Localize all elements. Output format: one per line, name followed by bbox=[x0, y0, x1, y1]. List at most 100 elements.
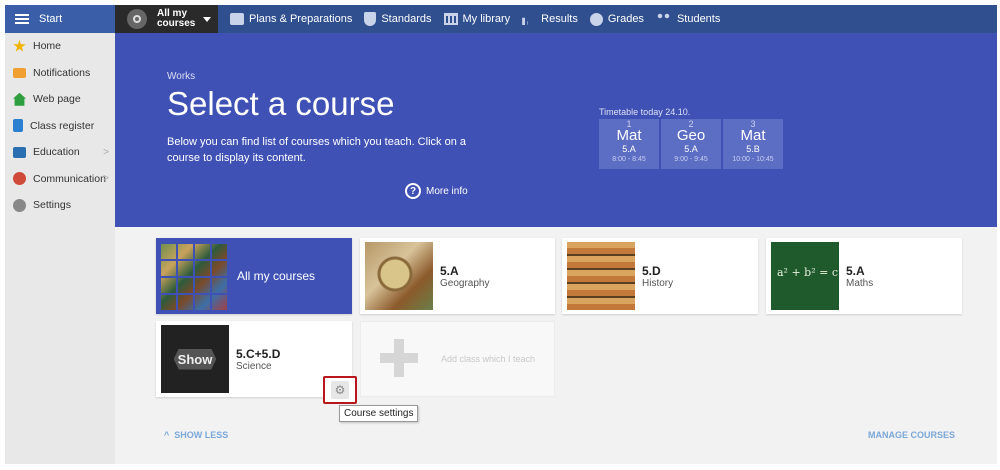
sidebar-item-web-page[interactable]: Web page bbox=[5, 86, 115, 113]
course-code: 5.C+5.D bbox=[236, 347, 281, 361]
course-card-maths[interactable]: a² + b² = c 5.A Maths bbox=[766, 238, 962, 314]
section-label: Works bbox=[167, 71, 196, 82]
more-info-label: More info bbox=[426, 185, 468, 197]
timetable-label: Timetable today 24.10. bbox=[599, 107, 691, 117]
lesson-time: 8:00 - 8:45 bbox=[612, 156, 646, 163]
house-icon bbox=[13, 92, 26, 106]
course-card-geography[interactable]: 5.A Geography bbox=[360, 238, 555, 314]
more-info-link[interactable]: ? More info bbox=[405, 183, 468, 199]
sidebar-item-label: Home bbox=[33, 40, 62, 53]
students-icon bbox=[655, 13, 672, 25]
course-thumbnail: a² + b² = c bbox=[771, 242, 839, 310]
lesson-subject: Mat bbox=[616, 127, 642, 144]
help-icon: ? bbox=[405, 183, 421, 199]
sidebar-item-label: Class register bbox=[30, 119, 95, 132]
nav-plans[interactable]: Plans & Preparations bbox=[230, 13, 352, 25]
nav-library-label: My library bbox=[462, 13, 511, 25]
main-nav: All my courses Plans & Preparations Stan… bbox=[115, 5, 997, 33]
lesson-subject: Geo bbox=[676, 127, 706, 144]
course-subject: History bbox=[642, 278, 674, 289]
sidebar-item-communication[interactable]: Communication > bbox=[5, 166, 115, 193]
nav-students-label: Students bbox=[676, 13, 721, 25]
course-subject: Geography bbox=[440, 278, 490, 289]
course-selector-line2: courses bbox=[157, 18, 196, 29]
chevron-right-icon: > bbox=[103, 146, 109, 158]
sidebar: Home Notifications Web page Class regist… bbox=[5, 33, 115, 464]
lesson-class: 5.B bbox=[746, 144, 760, 154]
chevron-up-icon: ^ bbox=[164, 430, 170, 440]
chevron-right-icon: > bbox=[103, 173, 109, 185]
course-settings-tooltip: Course settings bbox=[339, 405, 419, 422]
hamburger-icon bbox=[15, 13, 29, 25]
timetable-lesson[interactable]: 3 Mat 5.B 10:00 - 10:45 bbox=[723, 119, 783, 169]
plus-icon bbox=[380, 339, 418, 377]
dropdown-caret-icon bbox=[203, 16, 211, 22]
sidebar-item-label: Education bbox=[33, 146, 80, 159]
grades-icon bbox=[589, 12, 603, 26]
shield-icon bbox=[364, 12, 377, 26]
star-icon bbox=[13, 39, 26, 52]
course-subject: Maths bbox=[846, 278, 874, 289]
top-bar: Start All my courses Plans & Preparation… bbox=[5, 5, 997, 33]
timetable-lesson[interactable]: 1 Mat 5.A 8:00 - 8:45 bbox=[599, 119, 659, 169]
course-settings-button[interactable]: ⚙ bbox=[323, 376, 357, 404]
bar-chart-icon bbox=[522, 17, 528, 25]
course-code: 5.D bbox=[642, 264, 661, 278]
course-card-all-label: All my courses bbox=[237, 269, 316, 283]
nav-standards[interactable]: Standards bbox=[364, 12, 432, 26]
manage-courses-link[interactable]: MANAGE COURSES bbox=[868, 430, 955, 440]
page-title: Select a course bbox=[167, 85, 395, 122]
sidebar-item-class-register[interactable]: Class register bbox=[5, 113, 115, 140]
library-icon bbox=[443, 13, 458, 25]
timetable-lesson[interactable]: 2 Geo 5.A 9:00 - 9:45 bbox=[661, 119, 721, 169]
nav-standards-label: Standards bbox=[381, 13, 432, 25]
add-course-label: Add class which I teach bbox=[441, 354, 536, 364]
gear-icon: ⚙ bbox=[331, 381, 349, 399]
lesson-class: 5.A bbox=[684, 144, 698, 154]
gear-icon bbox=[13, 198, 26, 212]
nav-grades-label: Grades bbox=[607, 13, 644, 25]
course-subject: Science bbox=[236, 361, 272, 372]
show-less-label: SHOW LESS bbox=[174, 430, 229, 440]
chat-icon bbox=[13, 172, 26, 186]
course-selector[interactable]: All my courses bbox=[115, 5, 218, 33]
sidebar-item-label: Web page bbox=[33, 93, 81, 106]
sidebar-item-label: Communication bbox=[33, 172, 106, 185]
show-less-link[interactable]: ^ SHOW LESS bbox=[164, 430, 228, 440]
course-thumbnail bbox=[567, 242, 635, 310]
nav-results[interactable]: Results bbox=[522, 13, 578, 25]
sidebar-item-label: Notifications bbox=[33, 66, 91, 79]
lesson-time: 9:00 - 9:45 bbox=[674, 156, 708, 163]
add-course-card[interactable]: Add class which I teach bbox=[360, 321, 555, 397]
envelope-icon bbox=[13, 67, 26, 78]
briefcase-icon bbox=[13, 146, 26, 158]
sidebar-item-education[interactable]: Education > bbox=[5, 139, 115, 166]
book-icon bbox=[13, 119, 23, 133]
start-menu-button[interactable]: Start bbox=[5, 5, 115, 33]
courses-mosaic-thumbnail bbox=[161, 242, 229, 310]
plans-icon bbox=[230, 13, 244, 25]
hero-banner: Works Select a course Below you can find… bbox=[115, 33, 997, 227]
lesson-subject: Mat bbox=[740, 127, 766, 144]
show-thumbnail-label: Show bbox=[173, 348, 217, 370]
start-label: Start bbox=[39, 13, 63, 25]
nav-grades[interactable]: Grades bbox=[589, 12, 644, 26]
lesson-time: 10:00 - 10:45 bbox=[732, 156, 774, 163]
course-code: 5.A bbox=[440, 264, 459, 278]
course-card-history[interactable]: 5.D History bbox=[562, 238, 758, 314]
lesson-class: 5.A bbox=[622, 144, 636, 154]
course-thumbnail bbox=[365, 242, 433, 310]
chalkboard-equation: a² + b² = c bbox=[777, 266, 838, 279]
sidebar-item-home[interactable]: Home bbox=[5, 33, 115, 60]
sidebar-item-notifications[interactable]: Notifications bbox=[5, 60, 115, 87]
nav-plans-label: Plans & Preparations bbox=[249, 13, 353, 25]
course-thumbnail: Show bbox=[161, 325, 229, 393]
sidebar-item-label: Settings bbox=[33, 199, 71, 212]
sidebar-item-settings[interactable]: Settings bbox=[5, 192, 115, 219]
course-card-all[interactable]: All my courses bbox=[156, 238, 352, 314]
nav-results-label: Results bbox=[541, 13, 578, 25]
page-description: Below you can find list of courses which… bbox=[167, 136, 466, 164]
nav-students[interactable]: Students bbox=[655, 13, 721, 25]
course-avatar-icon bbox=[127, 9, 147, 29]
nav-library[interactable]: My library bbox=[443, 13, 511, 25]
